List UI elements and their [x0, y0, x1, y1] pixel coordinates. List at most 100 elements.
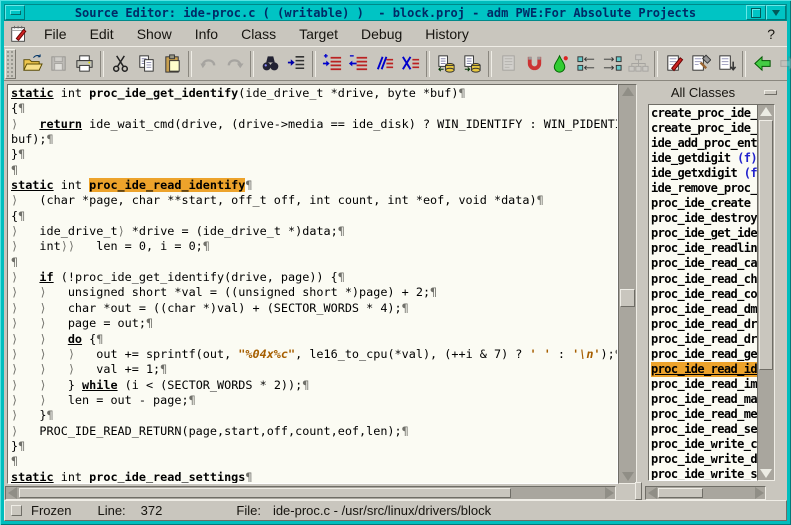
code-line: }¶	[11, 439, 617, 454]
class-list-item[interactable]: proc_ide_write_co	[651, 437, 757, 452]
class-list-item[interactable]: proc_ide_read_dri	[651, 317, 757, 332]
class-list-item[interactable]: proc_ide_read_dri	[651, 332, 757, 347]
goto-line-icon[interactable]	[284, 52, 308, 76]
version-checkout-icon[interactable]	[434, 52, 458, 76]
editor-hscroll-thumb[interactable]	[19, 488, 511, 498]
menu-item[interactable]: Info	[186, 23, 232, 45]
expand-tree-icon[interactable]	[600, 52, 624, 76]
editor-horizontal-scrollbar[interactable]	[5, 486, 616, 500]
version-checkin-icon[interactable]	[460, 52, 484, 76]
scroll-up-arrow[interactable]	[758, 105, 774, 118]
indent-add-icon[interactable]	[320, 52, 344, 76]
class-list-item[interactable]: proc_ide_read_med	[651, 407, 757, 422]
menu-item[interactable]: File	[35, 23, 81, 45]
toolbar	[4, 46, 787, 81]
list-hscroll-thumb[interactable]	[658, 488, 703, 498]
class-list-item[interactable]: proc_ide_readlink	[651, 241, 757, 256]
class-list-item[interactable]: proc_ide_read_imo	[651, 377, 757, 392]
maximize-button[interactable]	[746, 5, 766, 20]
menu-item[interactable]: History	[416, 23, 483, 45]
class-list-item[interactable]: proc_ide_read_mat	[651, 392, 757, 407]
scroll-down-arrow[interactable]	[619, 470, 636, 483]
menu-item[interactable]: Class	[232, 23, 290, 45]
list-vertical-scrollbar[interactable]	[757, 104, 775, 481]
find-icon[interactable]	[258, 52, 282, 76]
menu-item[interactable]: Edit	[81, 23, 128, 45]
back-icon[interactable]	[750, 52, 774, 76]
toolbar-separator	[742, 51, 746, 77]
code-line: ⟩ }¶	[11, 408, 617, 423]
scroll-down-arrow[interactable]	[758, 467, 774, 480]
code-line: ⟩ ⟩ unsigned short *val = ((unsigned sho…	[11, 285, 617, 300]
frozen-toggle[interactable]	[11, 505, 22, 516]
code-line: }¶	[11, 147, 617, 162]
line-label: Line:	[97, 503, 125, 518]
scroll-up-arrow[interactable]	[619, 85, 636, 98]
scroll-left-arrow[interactable]	[6, 487, 18, 499]
class-list-item[interactable]: proc_ide_read_con	[651, 287, 757, 302]
code-line: static int proc_ide_read_settings¶	[11, 470, 617, 484]
code-line: ⟩ PROC_IDE_READ_RETURN(page,start,off,co…	[11, 424, 617, 439]
class-list-item[interactable]: proc_ide_read_set	[651, 422, 757, 437]
window-shade-button[interactable]	[766, 5, 786, 20]
class-list-item[interactable]: ide_add_proc_entr	[651, 136, 757, 151]
class-list-item[interactable]: create_proc_ide_d	[651, 106, 757, 121]
save-file-icon[interactable]	[46, 52, 70, 76]
panel-sash-handle[interactable]	[635, 482, 642, 500]
paste-icon[interactable]	[160, 52, 184, 76]
class-list-item[interactable]: proc_ide_write_dr	[651, 452, 757, 467]
class-list-item[interactable]: proc_ide_get_iden	[651, 226, 757, 241]
class-list-item[interactable]: ide_getdigit (f)	[651, 151, 757, 166]
code-line: ⟩ ⟩ ⟩ out += sprintf(out, "%04x%c", le16…	[11, 347, 617, 362]
window-menu-button[interactable]	[5, 5, 25, 20]
editor-vscroll-thumb[interactable]	[620, 289, 635, 307]
class-list-item[interactable]: ide_getxdigit (f)	[651, 166, 757, 181]
class-list-item[interactable]: proc_ide_create	[651, 196, 757, 211]
annotate-icon[interactable]	[662, 52, 686, 76]
scroll-right-arrow[interactable]	[753, 487, 765, 499]
class-list-item[interactable]: proc_ide_write_se	[651, 467, 757, 481]
class-filter-dropdown[interactable]: All Classes	[642, 83, 785, 102]
editor-vertical-scrollbar[interactable]	[618, 84, 637, 484]
copy-icon[interactable]	[134, 52, 158, 76]
forward-icon[interactable]	[776, 52, 791, 76]
class-list-item[interactable]: proc_ide_read_ide	[651, 362, 757, 377]
magnet-icon[interactable]	[522, 52, 546, 76]
class-list[interactable]: create_proc_ide_dcreate_proc_ide_iide_ad…	[648, 104, 758, 481]
indent-remove-icon[interactable]	[346, 52, 370, 76]
menu-item[interactable]: Debug	[352, 23, 416, 45]
help-menu[interactable]: ?	[755, 23, 787, 45]
open-file-icon[interactable]	[20, 52, 44, 76]
class-list-item[interactable]: create_proc_ide_i	[651, 121, 757, 136]
code-editor[interactable]: static int proc_ide_get_identify(ide_dri…	[7, 84, 618, 484]
class-list-item[interactable]: proc_ide_destroy	[651, 211, 757, 226]
doc-info-icon[interactable]	[496, 52, 520, 76]
hierarchy-icon[interactable]	[626, 52, 650, 76]
scroll-left-arrow[interactable]	[646, 487, 658, 499]
menu-item[interactable]: Target	[290, 23, 352, 45]
toolbar-grip[interactable]	[5, 49, 16, 79]
redo-icon[interactable]	[222, 52, 246, 76]
toolbar-separator	[100, 51, 104, 77]
option-menu-indicator-icon	[764, 90, 777, 95]
class-list-item[interactable]: ide_remove_proc_e	[651, 181, 757, 196]
class-list-item[interactable]: proc_ide_read_cha	[651, 272, 757, 287]
export-doc-icon[interactable]	[714, 52, 738, 76]
collapse-tree-icon[interactable]	[574, 52, 598, 76]
highlight-drop-icon[interactable]	[548, 52, 572, 76]
uncomment-icon[interactable]	[398, 52, 422, 76]
cut-icon[interactable]	[108, 52, 132, 76]
scroll-right-arrow[interactable]	[603, 487, 615, 499]
print-icon[interactable]	[72, 52, 96, 76]
list-horizontal-scrollbar[interactable]	[645, 486, 766, 500]
comment-icon[interactable]	[372, 52, 396, 76]
class-list-item[interactable]: proc_ide_read_cap	[651, 256, 757, 271]
menu-bar: FileEditShowInfoClassTargetDebugHistory …	[4, 21, 787, 47]
list-vscroll-thumb[interactable]	[759, 120, 773, 370]
menu-item[interactable]: Show	[128, 23, 186, 45]
class-list-item[interactable]: proc_ide_read_geo	[651, 347, 757, 362]
undo-icon[interactable]	[196, 52, 220, 76]
code-line: ⟩ int⟩⟩ len = 0, i = 0;¶	[11, 239, 617, 254]
class-list-item[interactable]: proc_ide_read_dmo	[651, 302, 757, 317]
build-icon[interactable]	[688, 52, 712, 76]
